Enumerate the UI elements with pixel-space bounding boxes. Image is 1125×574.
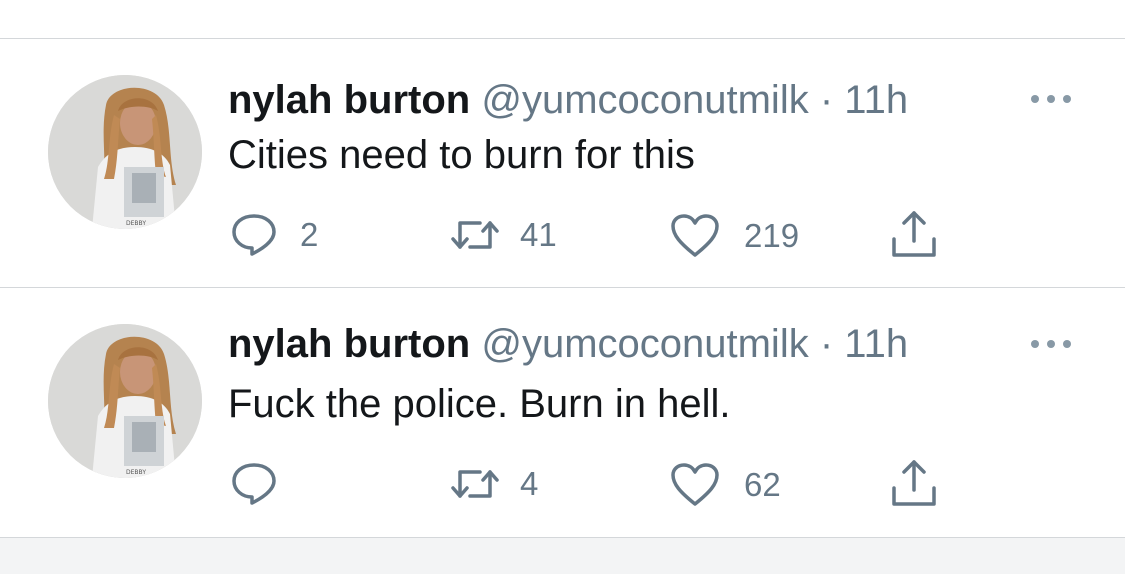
tweet-1[interactable]: DEBBY nylah burton @yumcoconutmilk · 11h… <box>0 39 1125 287</box>
separator-dot: · <box>819 78 834 122</box>
share-upload-icon <box>892 460 936 506</box>
reply-button[interactable] <box>230 462 300 506</box>
ellipsis-icon <box>1031 95 1039 103</box>
timestamp[interactable]: 11h <box>844 322 908 366</box>
share-button[interactable] <box>888 458 940 508</box>
retweet-button[interactable]: 41 <box>450 213 557 257</box>
speech-bubble-icon <box>232 214 276 256</box>
user-handle[interactable]: @yumcoconutmilk <box>481 78 808 122</box>
avatar[interactable]: DEBBY <box>48 324 202 478</box>
separator-dot: · <box>819 322 834 366</box>
like-count: 219 <box>744 217 800 254</box>
retweet-count: 4 <box>520 465 539 502</box>
tweet-header: nylah burton @yumcoconutmilk · 11h <box>228 77 908 123</box>
like-count: 62 <box>744 466 781 503</box>
speech-bubble-icon <box>232 463 276 505</box>
retweet-arrows-icon <box>451 221 499 249</box>
retweet-arrows-icon <box>451 470 499 498</box>
more-options-button[interactable] <box>1026 336 1076 350</box>
avatar[interactable]: DEBBY <box>48 75 202 229</box>
heart-outline-icon <box>671 214 719 257</box>
reply-button[interactable]: 2 <box>230 213 318 257</box>
retweet-count: 41 <box>520 216 557 253</box>
tweet-text: Cities need to burn for this <box>228 133 695 177</box>
ellipsis-icon <box>1031 340 1039 348</box>
like-button[interactable]: 62 <box>670 462 781 508</box>
timeline-bottom-gap <box>0 537 1125 574</box>
reply-count: 2 <box>300 216 319 253</box>
shirt-print-text: DEBBY <box>126 469 146 476</box>
tweet-header: nylah burton @yumcoconutmilk · 11h <box>228 321 908 367</box>
share-button[interactable] <box>888 209 940 259</box>
like-button[interactable]: 219 <box>670 213 799 259</box>
display-name[interactable]: nylah burton <box>228 78 470 122</box>
retweet-button[interactable]: 4 <box>450 462 538 506</box>
user-handle[interactable]: @yumcoconutmilk <box>481 322 808 366</box>
top-spacer <box>0 0 1125 38</box>
more-options-button[interactable] <box>1026 91 1076 105</box>
timestamp[interactable]: 11h <box>844 78 908 122</box>
tweet-text: Fuck the police. Burn in hell. <box>228 382 731 426</box>
heart-outline-icon <box>671 463 719 506</box>
tweet-2[interactable]: DEBBY nylah burton @yumcoconutmilk · 11h… <box>0 288 1125 536</box>
share-upload-icon <box>892 211 936 257</box>
shirt-print-text: DEBBY <box>126 220 146 227</box>
display-name[interactable]: nylah burton <box>228 322 470 366</box>
